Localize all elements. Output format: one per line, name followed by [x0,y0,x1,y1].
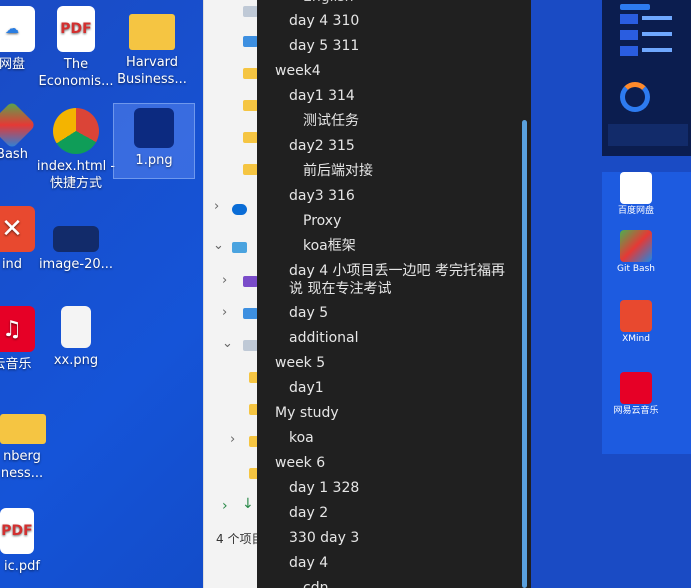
outline-item-partial[interactable]: English [303,0,354,6]
folder-icon[interactable] [243,68,258,79]
outline-item[interactable]: day1 314 [289,87,355,105]
netease-music-icon: ♫ [0,306,35,352]
this-pc-icon [232,242,247,253]
folder-icon[interactable] [243,164,258,175]
scrollbar[interactable] [522,120,527,588]
outline-item[interactable]: Proxy [303,212,341,230]
outline-item[interactable]: 测试任务 [303,112,359,130]
chevron-right-icon[interactable]: › [230,432,235,447]
chevron-right-icon[interactable]: › [222,273,227,288]
folder-icon [129,14,175,50]
xmind-icon: ✕ [0,206,35,252]
file-explorer: › ⌄ › › ⌄ › › ↓ 4 个项目 [203,0,264,588]
preview-area: 百度网盘 Git Bash XMind 网易云音乐 [531,0,691,588]
outline-item[interactable]: koa框架 [303,237,356,255]
chevron-right-icon[interactable]: › [222,498,228,514]
outline-item[interactable]: day 4 [289,554,328,572]
outline-item[interactable]: 330 day 3 [289,529,359,547]
git-bash-icon [620,230,652,262]
outline-item[interactable]: 前后端对接 [303,162,373,180]
preview-icon-netease: 网易云音乐 [608,372,664,417]
desktop-icon-label: 网盘 [0,57,25,72]
outline-item[interactable]: cdn [303,579,328,588]
chevron-down-icon[interactable]: ⌄ [213,238,224,253]
outline-item[interactable]: day 4 小项目丢一边吧 考完托福再说 现在专注考试 [289,262,509,298]
outline-item[interactable]: day 4 310 [289,12,359,30]
outline-item[interactable]: week4 [275,62,321,80]
desktop-icon-label: Harvard Business... [117,55,187,87]
preview-icon-netdisk: 百度网盘 [608,172,664,217]
outline-item[interactable]: week 6 [275,454,325,472]
desktop-icon-economist[interactable]: PDF The Economis... [36,6,116,90]
dashboard-preview-image [602,0,691,156]
image-icon [61,306,91,348]
baidu-netdisk-icon [620,172,652,204]
outline-item[interactable]: day 1 328 [289,479,359,497]
desktop-icon-label: 云音乐 [0,357,32,372]
preview-icon-label: Git Bash [617,264,655,274]
desktop-icon-label: The Economis... [38,57,114,89]
outline-item[interactable]: additional [289,329,359,347]
desktop-icon-label: ind [1,257,23,272]
desktop: ☁ 网盘 PDF The Economis... Harvard Busines… [0,0,205,588]
onedrive-icon [232,204,247,215]
desktop-icon-label: nberg ness... [0,449,44,481]
outline-item[interactable]: day1 [289,379,324,397]
preview-icon-xmind: XMind [608,300,664,345]
document-icon [243,340,258,351]
desktop-icon-bloomberg[interactable]: nberg ness... [0,410,52,482]
desktop-icon-label: xx.png [53,353,99,368]
image-icon [134,108,174,148]
chevron-right-icon[interactable]: › [222,305,227,320]
desktop-icon-index-shortcut[interactable]: index.html - 快捷方式 [36,108,116,192]
outline-item[interactable]: day 5 [289,304,328,322]
outline-panel: English day 4 310 day 5 311 week4 day1 3… [257,0,531,588]
desktop-icon-ic-pdf[interactable]: PDF ic.pdf [0,508,52,575]
desktop-icon-1png[interactable]: 1.png [113,103,195,179]
folder-icon[interactable] [243,132,258,143]
folder-icon [0,414,46,444]
download-icon: ↓ [242,496,254,512]
video-folder-icon [243,276,258,287]
pdf-icon: PDF [57,6,95,52]
desktop-icon-xxpng[interactable]: xx.png [36,306,116,369]
chevron-right-icon[interactable]: › [214,199,219,214]
folder-icon[interactable] [243,100,258,111]
pdf-icon: PDF [0,508,34,554]
desktop-icon-label: ic.pdf [4,559,40,574]
outline-item[interactable]: day2 315 [289,137,355,155]
preview-icon-git-bash: Git Bash [608,230,664,275]
preview-icon-label: XMind [622,334,650,344]
preview-icon-label: 百度网盘 [617,206,654,216]
image-icon [53,226,99,252]
outline-item[interactable]: week 5 [275,354,325,372]
image-folder-icon [243,308,258,319]
preview-icon-label: 网易云音乐 [613,406,659,416]
document-icon [243,6,258,17]
git-bash-icon [0,100,37,150]
desktop-icon-label: image-20... [38,257,114,272]
netease-music-icon [620,372,652,404]
desktop-icon-image-20[interactable]: image-20... [36,206,116,273]
outline-item[interactable]: day 2 [289,504,328,522]
desktop-preview-image: 百度网盘 Git Bash XMind 网易云音乐 [602,172,691,454]
desktop-icon-label: index.html - 快捷方式 [36,159,116,191]
chrome-icon [53,108,99,154]
desktop-icon-harvard[interactable]: Harvard Business... [112,6,192,88]
xmind-icon [620,300,652,332]
baidu-netdisk-icon: ☁ [0,6,35,52]
outline-item[interactable]: day 5 311 [289,37,359,55]
outline-item[interactable]: day3 316 [289,187,355,205]
outline-item[interactable]: koa [289,429,314,447]
outline-item[interactable]: My study [275,404,339,422]
desktop-icon-label: Bash [0,147,28,162]
desktop-icon-label: 1.png [135,153,173,168]
chevron-down-icon[interactable]: ⌄ [222,336,233,351]
image-folder-icon [243,36,258,47]
